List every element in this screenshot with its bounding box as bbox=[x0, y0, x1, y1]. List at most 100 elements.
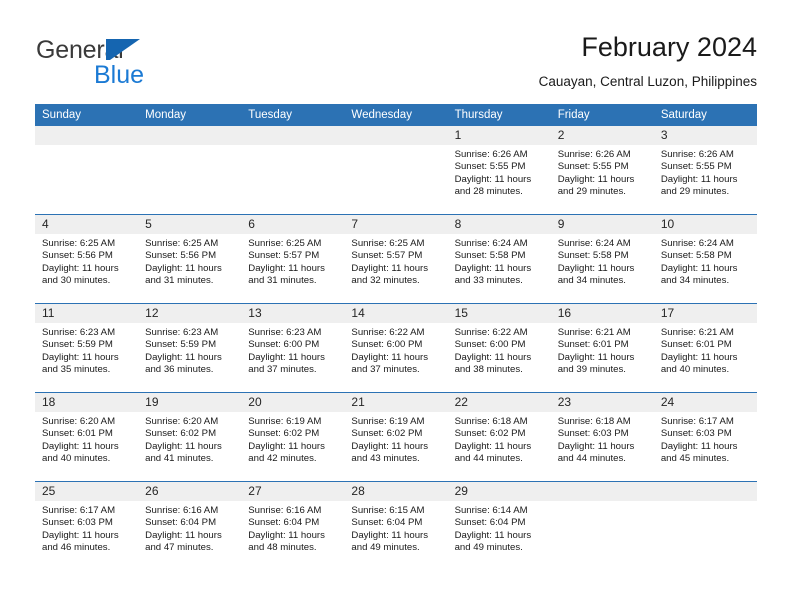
calendar-day-cell[interactable]: 4 Sunrise: 6:25 AM Sunset: 5:56 PM Daylight… bbox=[35, 215, 139, 303]
day-number: 10 bbox=[660, 217, 675, 231]
calendar-day-cell[interactable]: 6 Sunrise: 6:25 AM Sunset: 5:57 PM Daylight… bbox=[241, 215, 345, 303]
sunrise-text: Sunrise: 6:16 AM bbox=[145, 505, 219, 516]
calendar-day-cell[interactable]: 3 Sunrise: 6:26 AM Sunset: 5:55 PM Daylight… bbox=[653, 126, 757, 214]
day-details: Sunrise: 6:26 AM Sunset: 5:55 PM Daylight:… bbox=[448, 145, 551, 199]
sunset-text: Sunset: 5:59 PM bbox=[145, 339, 217, 351]
sunrise-text: Sunrise: 6:16 AM bbox=[248, 505, 322, 516]
calendar-day-cell[interactable]: 17 Sunrise: 6:21 AM Sunset: 6:01 PM Dayligh… bbox=[653, 304, 757, 392]
day-number-strip: 26 bbox=[138, 482, 242, 501]
calendar-day-cell[interactable]: 9 Sunrise: 6:24 AM Sunset: 5:58 PM Daylight… bbox=[550, 215, 654, 303]
sunrise-text: Sunrise: 6:24 AM bbox=[557, 238, 631, 249]
sunset-text: Sunset: 5:57 PM bbox=[248, 250, 320, 262]
sunrise-text: Sunrise: 6:25 AM bbox=[145, 238, 219, 249]
day-number-strip: 7 bbox=[344, 215, 448, 234]
day-number: 21 bbox=[351, 395, 365, 409]
sunset-text: Sunset: 5:55 PM bbox=[557, 161, 629, 173]
day-number: 3 bbox=[660, 128, 668, 142]
calendar-day-cell[interactable]: 8 Sunrise: 6:24 AM Sunset: 5:58 PM Daylight… bbox=[447, 215, 551, 303]
day-number: 23 bbox=[557, 395, 572, 409]
day-number-strip: 9 bbox=[550, 215, 654, 234]
sunrise-text: Sunrise: 6:25 AM bbox=[42, 238, 116, 249]
daylight-text: Daylight: 11 hours and 34 minutes. bbox=[557, 262, 635, 287]
weekday-header-wednesday: Wednesday bbox=[351, 109, 412, 121]
sunset-text: Sunset: 6:01 PM bbox=[42, 428, 113, 440]
calendar-day-cell[interactable]: 21 Sunrise: 6:19 AM Sunset: 6:02 PM Dayligh… bbox=[344, 393, 448, 481]
daylight-text: Daylight: 11 hours and 29 minutes. bbox=[557, 173, 635, 198]
calendar-day-cell[interactable]: 18 Sunrise: 6:20 AM Sunset: 6:01 PM Dayligh… bbox=[35, 393, 139, 481]
sunrise-text: Sunrise: 6:26 AM bbox=[660, 149, 734, 160]
sunrise-text: Sunrise: 6:25 AM bbox=[248, 238, 322, 249]
calendar-week-row: 25 Sunrise: 6:17 AM Sunset: 6:03 PM Dayligh… bbox=[35, 481, 757, 570]
day-number-strip bbox=[550, 482, 654, 501]
day-number-strip: 2 bbox=[550, 126, 654, 145]
day-number: 4 bbox=[42, 217, 49, 231]
sunset-text: Sunset: 6:04 PM bbox=[351, 517, 423, 529]
day-number-strip: 17 bbox=[653, 304, 757, 323]
calendar-week-row: 4 Sunrise: 6:25 AM Sunset: 5:56 PM Daylight… bbox=[35, 214, 757, 303]
calendar-day-cell[interactable]: 20 Sunrise: 6:19 AM Sunset: 6:02 PM Dayligh… bbox=[241, 393, 345, 481]
day-number-strip bbox=[138, 126, 242, 145]
calendar-day-cell[interactable]: 28 Sunrise: 6:15 AM Sunset: 6:04 PM Dayligh… bbox=[344, 482, 448, 570]
calendar-day-cell[interactable]: 5 Sunrise: 6:25 AM Sunset: 5:56 PM Daylight… bbox=[138, 215, 242, 303]
sunset-text: Sunset: 6:02 PM bbox=[454, 428, 526, 440]
daylight-text: Daylight: 11 hours and 48 minutes. bbox=[248, 529, 325, 554]
calendar-day-cell[interactable]: 19 Sunrise: 6:20 AM Sunset: 6:02 PM Dayligh… bbox=[138, 393, 242, 481]
sunrise-text: Sunrise: 6:22 AM bbox=[351, 327, 425, 338]
weekday-header-saturday: Saturday bbox=[660, 109, 707, 121]
sunrise-text: Sunrise: 6:21 AM bbox=[557, 327, 631, 338]
calendar-week-row: 18 Sunrise: 6:20 AM Sunset: 6:01 PM Dayligh… bbox=[35, 392, 757, 481]
sunrise-text: Sunrise: 6:15 AM bbox=[351, 505, 425, 516]
calendar-day-cell[interactable]: 16 Sunrise: 6:21 AM Sunset: 6:01 PM Dayligh… bbox=[550, 304, 654, 392]
sunrise-text: Sunrise: 6:23 AM bbox=[42, 327, 116, 338]
calendar-day-cell[interactable]: 29 Sunrise: 6:14 AM Sunset: 6:04 PM Dayligh… bbox=[447, 482, 551, 570]
day-number-strip: 27 bbox=[241, 482, 345, 501]
general-blue-logo[interactable]: General Blue bbox=[36, 36, 296, 92]
calendar-day-cell[interactable]: 15 Sunrise: 6:22 AM Sunset: 6:00 PM Dayligh… bbox=[447, 304, 551, 392]
calendar-day-cell[interactable]: 23 Sunrise: 6:18 AM Sunset: 6:03 PM Dayligh… bbox=[550, 393, 654, 481]
daylight-text: Daylight: 11 hours and 45 minutes. bbox=[660, 440, 738, 465]
day-number: 6 bbox=[248, 217, 255, 231]
calendar-day-cell[interactable]: 14 Sunrise: 6:22 AM Sunset: 6:00 PM Dayligh… bbox=[344, 304, 448, 392]
daylight-text: Daylight: 11 hours and 46 minutes. bbox=[42, 529, 119, 554]
calendar-week-row: 11 Sunrise: 6:23 AM Sunset: 5:59 PM Dayligh… bbox=[35, 303, 757, 392]
day-details: Sunrise: 6:18 AM Sunset: 6:02 PM Daylight:… bbox=[448, 412, 551, 466]
calendar-day-cell[interactable]: 13 Sunrise: 6:23 AM Sunset: 6:00 PM Dayligh… bbox=[241, 304, 345, 392]
daylight-text: Daylight: 11 hours and 33 minutes. bbox=[454, 262, 532, 287]
day-details: Sunrise: 6:23 AM Sunset: 5:59 PM Daylight:… bbox=[138, 323, 241, 377]
daylight-text: Daylight: 11 hours and 40 minutes. bbox=[42, 440, 119, 465]
weekday-header-sunday: Sunday bbox=[42, 109, 82, 121]
sunrise-text: Sunrise: 6:20 AM bbox=[42, 416, 116, 427]
day-number: 8 bbox=[454, 217, 462, 231]
day-number-strip: 12 bbox=[138, 304, 242, 323]
day-number: 19 bbox=[145, 395, 159, 409]
calendar-day-cell[interactable]: 10 Sunrise: 6:24 AM Sunset: 5:58 PM Dayligh… bbox=[653, 215, 757, 303]
calendar-day-cell[interactable]: 24 Sunrise: 6:17 AM Sunset: 6:03 PM Dayligh… bbox=[653, 393, 757, 481]
calendar-day-cell[interactable]: 25 Sunrise: 6:17 AM Sunset: 6:03 PM Dayligh… bbox=[35, 482, 139, 570]
day-number-strip: 8 bbox=[447, 215, 551, 234]
sunset-text: Sunset: 5:58 PM bbox=[454, 250, 526, 262]
day-details: Sunrise: 6:14 AM Sunset: 6:04 PM Daylight:… bbox=[448, 501, 551, 555]
page-title: February 2024 bbox=[581, 32, 757, 62]
daylight-text: Daylight: 11 hours and 37 minutes. bbox=[351, 351, 429, 376]
day-number-strip: 22 bbox=[447, 393, 551, 412]
calendar-day-cell[interactable]: 12 Sunrise: 6:23 AM Sunset: 5:59 PM Dayligh… bbox=[138, 304, 242, 392]
calendar-day-cell[interactable]: 27 Sunrise: 6:16 AM Sunset: 6:04 PM Dayligh… bbox=[241, 482, 345, 570]
calendar-day-cell[interactable]: 26 Sunrise: 6:16 AM Sunset: 6:04 PM Dayligh… bbox=[138, 482, 242, 570]
calendar-day-cell[interactable]: 11 Sunrise: 6:23 AM Sunset: 5:59 PM Dayligh… bbox=[35, 304, 139, 392]
day-details: Sunrise: 6:25 AM Sunset: 5:57 PM Daylight:… bbox=[344, 234, 447, 288]
day-details: Sunrise: 6:20 AM Sunset: 6:01 PM Daylight:… bbox=[35, 412, 138, 466]
daylight-text: Daylight: 11 hours and 31 minutes. bbox=[248, 262, 325, 287]
day-number-strip: 14 bbox=[344, 304, 448, 323]
daylight-text: Daylight: 11 hours and 41 minutes. bbox=[145, 440, 222, 465]
calendar-day-cell[interactable]: 7 Sunrise: 6:25 AM Sunset: 5:57 PM Daylight… bbox=[344, 215, 448, 303]
calendar-day-cell[interactable]: 22 Sunrise: 6:18 AM Sunset: 6:02 PM Dayligh… bbox=[447, 393, 551, 481]
day-details: Sunrise: 6:22 AM Sunset: 6:00 PM Daylight:… bbox=[448, 323, 551, 377]
sunrise-text: Sunrise: 6:24 AM bbox=[660, 238, 734, 249]
day-number-strip bbox=[241, 126, 345, 145]
sunrise-text: Sunrise: 6:23 AM bbox=[145, 327, 219, 338]
day-number: 9 bbox=[557, 217, 565, 231]
calendar-day-cell-empty bbox=[138, 126, 242, 214]
calendar-day-cell[interactable]: 1 Sunrise: 6:26 AM Sunset: 5:55 PM Daylight… bbox=[447, 126, 551, 214]
sunset-text: Sunset: 6:04 PM bbox=[145, 517, 217, 529]
calendar-day-cell[interactable]: 2 Sunrise: 6:26 AM Sunset: 5:55 PM Daylight… bbox=[550, 126, 654, 214]
